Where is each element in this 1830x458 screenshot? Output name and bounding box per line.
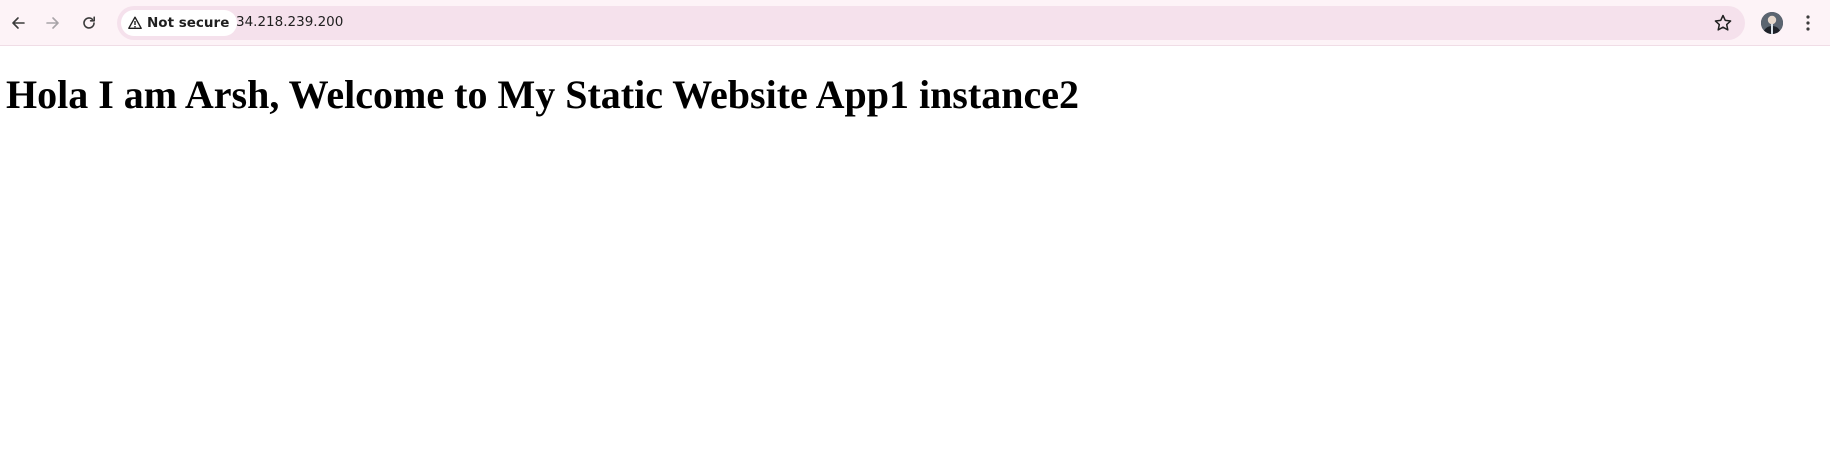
page-content: Hola I am Arsh, Welcome to My Static Web… xyxy=(0,47,1830,458)
security-indicator[interactable]: Not secure xyxy=(121,10,238,36)
kebab-menu-icon xyxy=(1806,15,1810,31)
avatar[interactable] xyxy=(1761,12,1783,34)
security-label: Not secure xyxy=(147,15,230,31)
back-button[interactable] xyxy=(2,7,34,39)
reload-button[interactable] xyxy=(73,7,105,39)
forward-arrow-icon xyxy=(46,17,59,29)
browser-menu-button[interactable] xyxy=(1796,8,1820,38)
page-heading: Hola I am Arsh, Welcome to My Static Web… xyxy=(6,72,1079,117)
back-arrow-icon xyxy=(12,17,25,29)
warning-triangle-icon xyxy=(128,16,142,29)
star-icon[interactable] xyxy=(1713,13,1733,33)
browser-toolbar: Not secure 34.218.239.200 xyxy=(0,0,1830,46)
address-bar[interactable]: Not secure 34.218.239.200 xyxy=(117,6,1745,40)
forward-button[interactable] xyxy=(37,7,69,39)
profile-picture-icon xyxy=(1761,12,1783,34)
reload-icon xyxy=(83,16,95,29)
url-text[interactable]: 34.218.239.200 xyxy=(236,14,343,30)
